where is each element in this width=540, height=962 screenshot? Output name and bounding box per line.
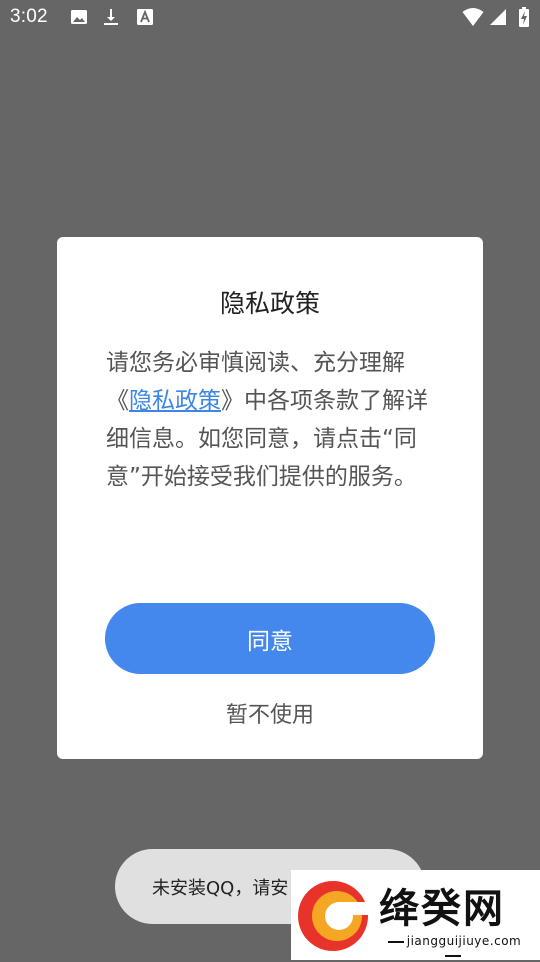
signal-icon xyxy=(490,9,506,25)
toast-text: 未安装QQ，请安 xyxy=(152,877,289,899)
image-icon xyxy=(71,10,87,24)
dialog-body: 请您务必审慎阅读、充分理解《隐私政策》中各项条款了解详细信息。如您同意，请点击“… xyxy=(106,344,438,496)
watermark-domain: jiangguijiuye.com xyxy=(379,934,527,962)
text-box-icon xyxy=(137,9,153,25)
agree-button[interactable]: 同意 xyxy=(105,603,435,674)
watermark-name: 绛癸网 xyxy=(379,886,505,932)
status-bar: 3:02 xyxy=(0,0,540,36)
watermark: 绛癸网 jiangguijiuye.com xyxy=(291,870,540,960)
watermark-logo-icon xyxy=(298,881,369,951)
wifi-icon xyxy=(462,8,484,26)
status-time: 3:02 xyxy=(10,6,48,27)
battery-charging-icon xyxy=(519,7,529,27)
decline-button[interactable]: 暂不使用 xyxy=(0,697,540,729)
privacy-policy-link[interactable]: 隐私政策 xyxy=(129,388,221,414)
download-icon xyxy=(104,9,118,25)
dialog-title: 隐私政策 xyxy=(219,289,320,318)
